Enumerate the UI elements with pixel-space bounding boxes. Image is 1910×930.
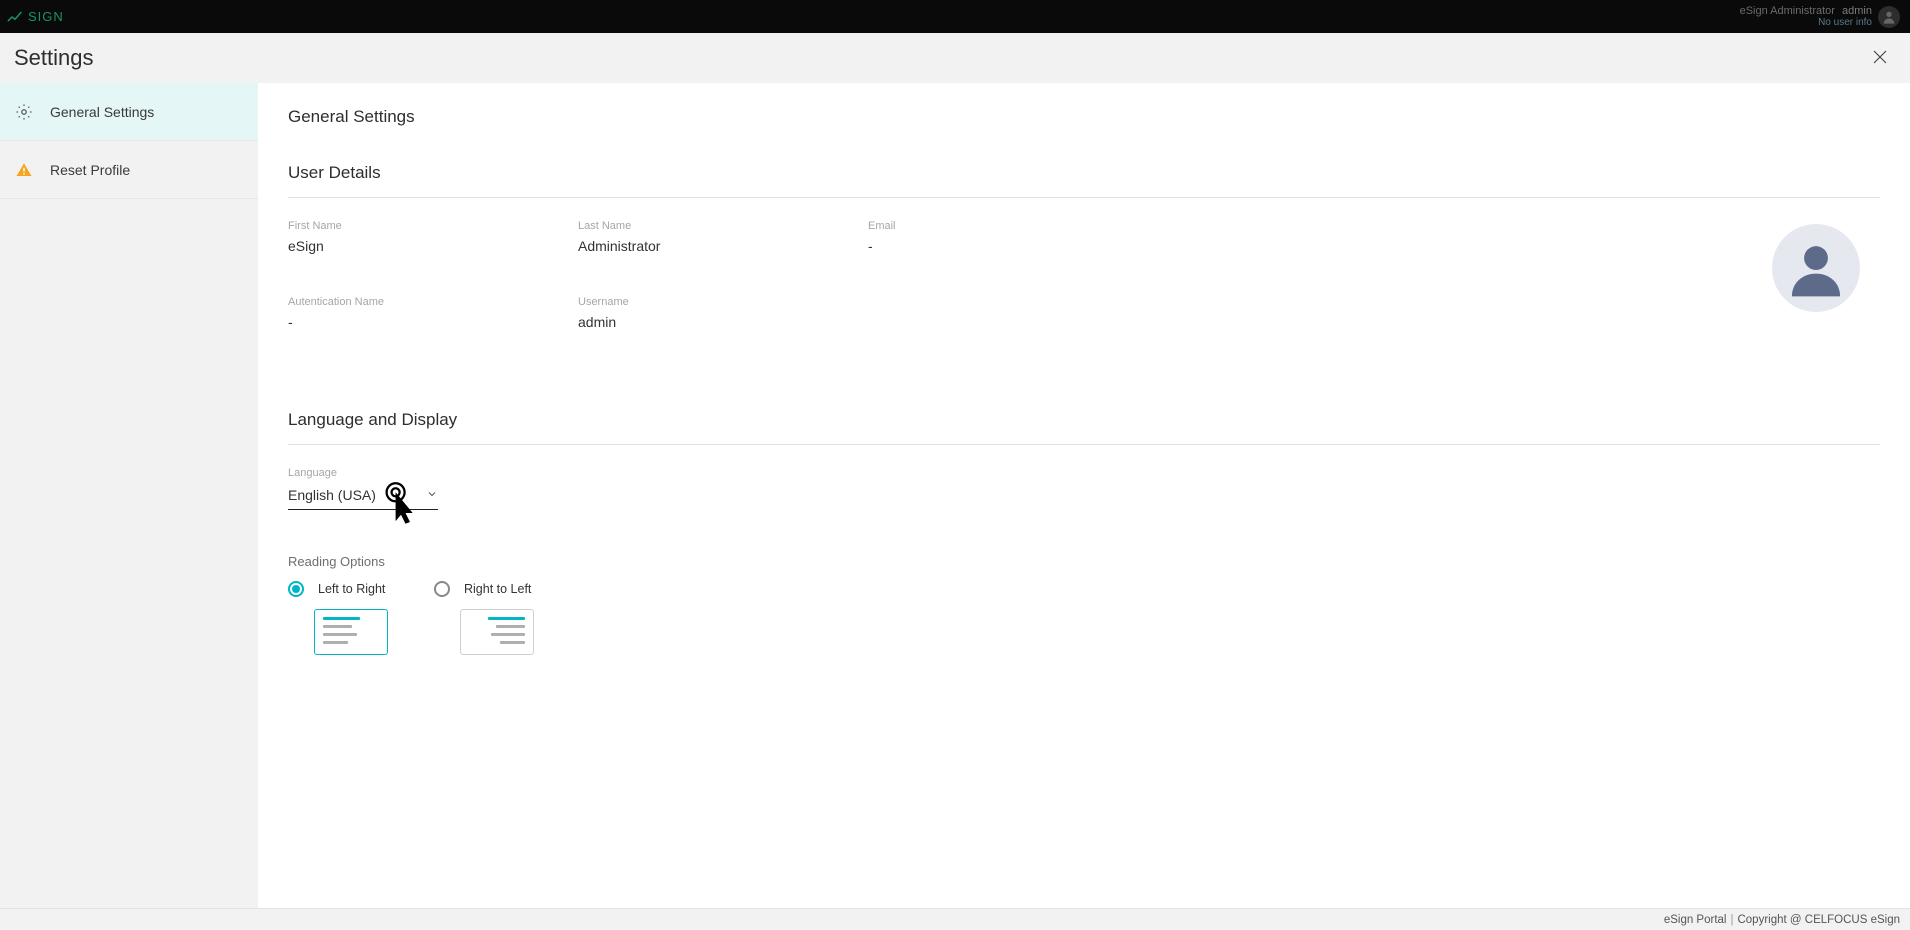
footer-divider: | — [1730, 914, 1733, 926]
reading-options-label: Reading Options — [288, 554, 1880, 569]
field-value: - — [868, 238, 1158, 254]
field-username: Username admin — [578, 296, 868, 330]
account-avatar-icon[interactable] — [1878, 6, 1900, 28]
field-email: Email - — [868, 220, 1158, 254]
field-label: Email — [868, 220, 1158, 232]
section-title-language: Language and Display — [288, 410, 1880, 430]
sidebar-item-general-settings[interactable]: General Settings — [0, 83, 258, 141]
sidebar-item-label: Reset Profile — [50, 162, 130, 178]
app-logo: SIGN — [6, 8, 64, 26]
field-label: Autentication Name — [288, 296, 578, 308]
app-logo-text: SIGN — [28, 9, 64, 24]
radio-label: Left to Right — [318, 582, 385, 596]
section-title-user-details: User Details — [288, 163, 1880, 183]
gear-icon — [14, 102, 34, 122]
settings-sidebar: General Settings Reset Profile — [0, 83, 258, 908]
field-label: First Name — [288, 220, 578, 232]
field-value: - — [288, 314, 578, 330]
field-value: admin — [578, 314, 868, 330]
language-select[interactable]: English (USA) — [288, 483, 438, 510]
chevron-down-icon — [426, 487, 438, 503]
reading-option-ltr[interactable]: Left to Right — [288, 581, 388, 655]
account-user: admin — [1842, 5, 1872, 17]
footer-copyright: Copyright @ CELFOCUS eSign — [1737, 914, 1900, 926]
sidebar-item-reset-profile[interactable]: Reset Profile — [0, 141, 258, 199]
account-info: eSign Administrator admin No user info — [1740, 5, 1872, 29]
title-bar: Settings — [0, 33, 1910, 83]
footer: eSign Portal | Copyright @ CELFOCUS eSig… — [0, 908, 1910, 930]
field-value: Administrator — [578, 238, 868, 254]
account-role: eSign Administrator — [1740, 5, 1835, 17]
page-title: General Settings — [288, 107, 1880, 127]
reading-option-rtl[interactable]: Right to Left — [434, 581, 534, 655]
language-value: English (USA) — [288, 487, 376, 503]
field-label: Username — [578, 296, 868, 308]
divider — [288, 444, 1880, 445]
field-value: eSign — [288, 238, 578, 254]
field-auth-name: Autentication Name - — [288, 296, 578, 330]
radio-label: Right to Left — [464, 582, 531, 596]
warning-icon — [14, 160, 34, 180]
top-bar: SIGN eSign Administrator admin No user i… — [0, 0, 1910, 33]
radio-ltr[interactable] — [288, 581, 304, 597]
close-icon — [1871, 48, 1889, 69]
content-area: General Settings User Details First Name… — [258, 83, 1910, 908]
footer-product: eSign Portal — [1664, 914, 1727, 926]
field-first-name: First Name eSign — [288, 220, 578, 254]
page-category-title: Settings — [14, 45, 94, 71]
field-label: Last Name — [578, 220, 868, 232]
account-subinfo: No user info — [1818, 17, 1872, 28]
field-last-name: Last Name Administrator — [578, 220, 868, 254]
radio-rtl[interactable] — [434, 581, 450, 597]
language-label: Language — [288, 467, 438, 479]
sidebar-item-label: General Settings — [50, 104, 154, 120]
preview-rtl-icon — [460, 609, 534, 655]
close-button[interactable] — [1866, 44, 1894, 72]
user-avatar-icon — [1772, 224, 1860, 312]
preview-ltr-icon — [314, 609, 388, 655]
divider — [288, 197, 1880, 198]
